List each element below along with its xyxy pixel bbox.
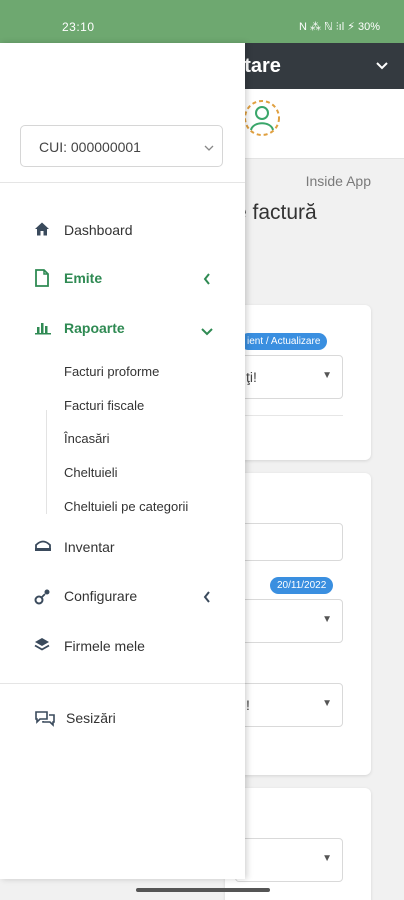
nav-item-label: Firmele mele bbox=[64, 638, 145, 654]
divider bbox=[0, 182, 245, 183]
home-icon bbox=[34, 221, 52, 239]
nav-item-emite[interactable]: Emite bbox=[0, 262, 245, 294]
user-avatar-icon[interactable] bbox=[243, 99, 281, 137]
chevron-down-icon bbox=[204, 140, 214, 151]
nav-item-label: Sesizări bbox=[66, 710, 116, 726]
nav-item-label: Configurare bbox=[64, 588, 138, 604]
currency-select-value: ! bbox=[246, 697, 250, 713]
caret-down-icon: ▼ bbox=[322, 698, 332, 709]
submenu-item-cheltuieli-pe-categorii[interactable]: Cheltuieli pe categorii bbox=[64, 499, 188, 514]
bar-chart-icon bbox=[34, 319, 52, 337]
nav-item-rapoarte[interactable]: Rapoarte bbox=[0, 312, 245, 344]
chevron-left-icon bbox=[203, 590, 213, 603]
nav-item-label: Inventar bbox=[64, 539, 115, 555]
client-update-badge[interactable]: ient / Actualizare bbox=[240, 333, 328, 350]
nav-item-sesizari[interactable]: Sesizări bbox=[0, 702, 245, 734]
text-input[interactable] bbox=[235, 523, 343, 561]
submenu-item-facturi-fiscale[interactable]: Facturi fiscale bbox=[64, 398, 144, 413]
page-title: e factură bbox=[235, 201, 317, 224]
company-select-value: CUI: 000000001 bbox=[39, 139, 141, 155]
layers-icon bbox=[34, 637, 52, 655]
submenu-guide-line bbox=[46, 410, 47, 514]
chevron-down-icon bbox=[201, 323, 213, 336]
nav-item-label: Rapoarte bbox=[64, 320, 125, 336]
series-select[interactable]: ▼ bbox=[235, 599, 343, 643]
inventory-icon bbox=[34, 538, 52, 556]
navigation-drawer: CUI: 000000001 Dashboard Emite Rapoarte … bbox=[0, 43, 245, 879]
nav-item-firmele-mele[interactable]: Firmele mele bbox=[0, 630, 245, 662]
client-select[interactable]: ţi! ▼ bbox=[235, 355, 343, 399]
submenu-item-cheltuieli[interactable]: Cheltuieli bbox=[64, 465, 117, 480]
client-select-value: ţi! bbox=[246, 369, 257, 385]
caret-down-icon: ▼ bbox=[322, 370, 332, 381]
nav-item-label: Dashboard bbox=[64, 222, 133, 238]
home-indicator[interactable] bbox=[136, 888, 270, 892]
status-time: 23:10 bbox=[62, 20, 95, 34]
submenu-item-incasari[interactable]: Încasări bbox=[64, 431, 110, 446]
nav-item-label: Emite bbox=[64, 270, 103, 286]
currency-select[interactable]: ! ▼ bbox=[235, 683, 343, 727]
status-bar: 23:10 N ⁂ ℕ ⫶ıl ⚡ 30% bbox=[0, 0, 404, 43]
chevron-down-icon[interactable] bbox=[376, 57, 388, 73]
chat-icon bbox=[34, 709, 56, 727]
status-indicators: N ⁂ ℕ ⫶ıl ⚡ 30% bbox=[298, 21, 380, 33]
product-select[interactable]: ▼ bbox=[235, 838, 343, 882]
chevron-left-icon bbox=[203, 272, 213, 285]
nav-item-configurare[interactable]: Configurare bbox=[0, 580, 245, 612]
document-icon bbox=[34, 269, 52, 287]
divider bbox=[0, 683, 245, 684]
nav-item-inventar[interactable]: Inventar bbox=[0, 531, 245, 563]
submenu-item-facturi-proforme[interactable]: Facturi proforme bbox=[64, 364, 159, 379]
date-badge[interactable]: 20/11/2022 bbox=[270, 577, 334, 594]
caret-down-icon: ▼ bbox=[322, 614, 332, 625]
caret-down-icon: ▼ bbox=[322, 853, 332, 864]
nav-item-dashboard[interactable]: Dashboard bbox=[0, 214, 245, 246]
divider bbox=[235, 415, 343, 416]
company-select[interactable]: CUI: 000000001 bbox=[20, 125, 223, 167]
breadcrumb: Inside App bbox=[305, 173, 371, 189]
config-icon bbox=[34, 587, 52, 605]
